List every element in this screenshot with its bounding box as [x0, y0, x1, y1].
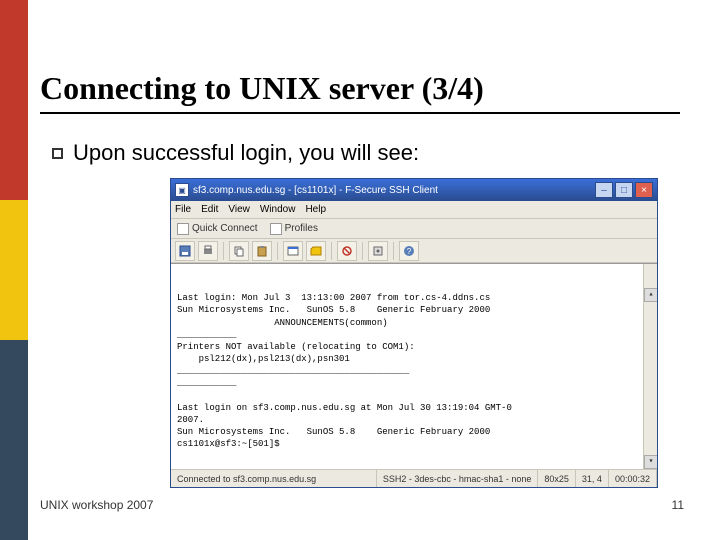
- terminal-output: Last login: Mon Jul 3 13:13:00 2007 from…: [177, 292, 651, 450]
- maximize-button[interactable]: □: [615, 182, 633, 198]
- toolbar: ?: [171, 239, 657, 263]
- menu-file[interactable]: File: [175, 204, 191, 215]
- menu-edit[interactable]: Edit: [201, 204, 218, 215]
- bullet-text: Upon successful login, you will see:: [73, 140, 419, 166]
- profiles-button[interactable]: Profiles: [270, 223, 318, 235]
- copy-button[interactable]: [229, 241, 249, 261]
- print-button[interactable]: [198, 241, 218, 261]
- app-icon: ▣: [175, 183, 189, 197]
- minimize-button[interactable]: –: [595, 182, 613, 198]
- terminal-pane[interactable]: Last login: Mon Jul 3 13:13:00 2007 from…: [171, 263, 657, 469]
- window-titlebar[interactable]: ▣ sf3.comp.nus.edu.sg - [cs1101x] - F-Se…: [171, 179, 657, 201]
- page-number: 11: [672, 498, 684, 512]
- status-protocol: SSH2 - 3des-cbc - hmac-sha1 - none: [377, 470, 539, 487]
- profiles-icon: [270, 223, 282, 235]
- new-terminal-button[interactable]: [283, 241, 303, 261]
- menu-view[interactable]: View: [228, 204, 250, 215]
- scroll-down-button[interactable]: ▾: [644, 455, 657, 469]
- settings-button[interactable]: [368, 241, 388, 261]
- window-title: sf3.comp.nus.edu.sg - [cs1101x] - F-Secu…: [193, 185, 591, 196]
- quick-connect-icon: [177, 223, 189, 235]
- footer-left: UNIX workshop 2007: [40, 498, 153, 512]
- title-rule: [40, 112, 680, 114]
- status-host: Connected to sf3.comp.nus.edu.sg: [171, 470, 377, 487]
- slide-accent-sidebar: [0, 0, 28, 540]
- help-button[interactable]: ?: [399, 241, 419, 261]
- svg-text:?: ?: [407, 247, 412, 256]
- paste-button[interactable]: [252, 241, 272, 261]
- profiles-label: Profiles: [285, 223, 318, 234]
- status-time: 00:00:32: [609, 470, 657, 487]
- status-bar: Connected to sf3.comp.nus.edu.sg SSH2 - …: [171, 469, 657, 487]
- file-transfer-button[interactable]: [306, 241, 326, 261]
- bullet-marker: [52, 148, 63, 159]
- menu-bar: File Edit View Window Help: [171, 201, 657, 219]
- status-position: 31, 4: [576, 470, 609, 487]
- close-button[interactable]: ×: [635, 182, 653, 198]
- bullet-item: Upon successful login, you will see:: [52, 140, 419, 166]
- terminal-scrollbar[interactable]: ▴ ▾: [643, 264, 657, 469]
- quick-connect-bar: Quick Connect Profiles: [171, 219, 657, 239]
- quick-connect-button[interactable]: Quick Connect: [177, 223, 258, 235]
- status-size: 80x25: [538, 470, 576, 487]
- menu-window[interactable]: Window: [260, 204, 296, 215]
- slide-title: Connecting to UNIX server (3/4): [40, 70, 484, 107]
- ssh-window: ▣ sf3.comp.nus.edu.sg - [cs1101x] - F-Se…: [170, 178, 658, 488]
- save-button[interactable]: [175, 241, 195, 261]
- quick-connect-label: Quick Connect: [192, 223, 258, 234]
- disconnect-button[interactable]: [337, 241, 357, 261]
- menu-help[interactable]: Help: [305, 204, 326, 215]
